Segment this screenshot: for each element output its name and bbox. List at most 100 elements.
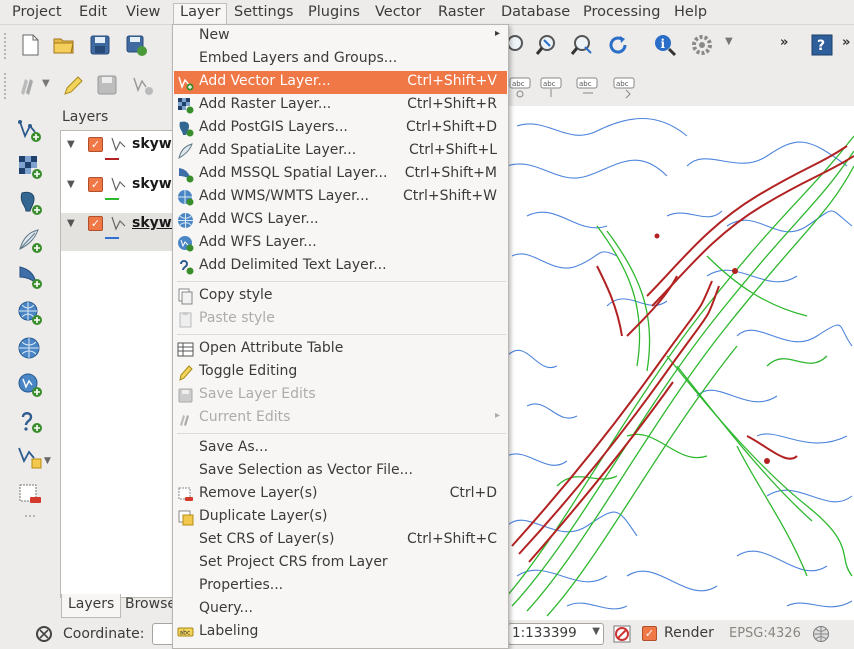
add-delimited-text-icon[interactable]	[17, 408, 43, 434]
open-project-icon[interactable]	[52, 33, 76, 57]
toggle-editing-icon[interactable]	[60, 73, 84, 97]
add-wfs-icon	[177, 235, 194, 252]
save-project-icon[interactable]	[88, 33, 112, 57]
menu-item-shortcut: Ctrl+Shift+D	[406, 119, 497, 135]
svg-text:?: ?	[817, 38, 825, 54]
crs-globe-icon[interactable]	[812, 625, 830, 643]
menu-item-properties[interactable]: Properties...	[174, 575, 507, 598]
remove-layer-icon[interactable]	[17, 482, 43, 508]
new-layer-icon[interactable]	[17, 444, 43, 470]
vector-line-layer-icon	[110, 175, 128, 193]
action-gear-icon[interactable]	[690, 33, 714, 57]
crs-status[interactable]: EPSG:4326	[729, 626, 801, 641]
menu-item-label: Add Raster Layer...	[199, 96, 332, 112]
add-wcs-icon[interactable]	[17, 336, 43, 362]
new-project-icon[interactable]	[18, 33, 42, 57]
menu-item-query[interactable]: Query...	[174, 598, 507, 621]
layer-visibility-checkbox[interactable]: ✓	[88, 137, 103, 152]
svg-text:abc: abc	[616, 80, 629, 88]
coordinate-toggle-icon[interactable]	[34, 624, 54, 644]
toolbar-overflow-icon[interactable]: »	[780, 35, 804, 59]
menu-item-paste-style[interactable]: Paste style	[174, 308, 507, 331]
menu-item-duplicate-layers[interactable]: Duplicate Layer(s)	[174, 506, 507, 529]
menu-view[interactable]: View	[120, 3, 166, 25]
add-mssql-icon[interactable]	[17, 264, 43, 290]
menu-vector[interactable]: Vector	[369, 3, 427, 25]
duplicate-layer-icon	[177, 509, 194, 526]
add-wms-icon[interactable]	[17, 300, 43, 326]
new-layer-dropdown-icon[interactable]: ▼	[44, 456, 51, 466]
menu-item-save-as[interactable]: Save As...	[174, 437, 507, 460]
menu-item-new[interactable]: New ▸	[174, 25, 507, 48]
save-edits-icon[interactable]	[95, 73, 119, 97]
action-dropdown-icon[interactable]: ▼	[725, 36, 749, 60]
toolbar-overflow-icon[interactable]: »	[842, 35, 854, 59]
add-feature-icon[interactable]	[131, 73, 155, 97]
menu-item-add-raster-layer[interactable]: Add Raster Layer... Ctrl+Shift+R	[174, 94, 507, 117]
map-canvas[interactable]	[507, 106, 854, 620]
add-vector-icon[interactable]	[17, 118, 43, 144]
collapse-arrow-icon[interactable]: ▼	[67, 179, 75, 190]
menu-item-add-spatialite-layer[interactable]: Add SpatiaLite Layer... Ctrl+Shift+L	[174, 140, 507, 163]
identify-icon[interactable]: i	[653, 33, 677, 57]
help-icon[interactable]: ?	[810, 33, 834, 57]
menu-item-add-vector-layer[interactable]: Add Vector Layer... Ctrl+Shift+V	[174, 71, 507, 94]
label-move-icon[interactable]: abc	[612, 75, 636, 99]
save-as-icon[interactable]	[124, 33, 148, 57]
green-contour-layer	[507, 135, 854, 617]
menu-item-current-edits[interactable]: Current Edits ▸	[174, 407, 507, 430]
layer-item[interactable]: ▼ ✓ skywa	[61, 174, 181, 212]
menu-item-labeling[interactable]: abc Labeling	[174, 621, 507, 644]
menu-edit[interactable]: Edit	[73, 3, 113, 25]
menu-item-save-layer-edits[interactable]: Save Layer Edits	[174, 384, 507, 407]
label-pin-icon[interactable]: abc	[539, 75, 563, 99]
menu-database[interactable]: Database	[495, 3, 576, 25]
menu-item-save-selection-as-vector[interactable]: Save Selection as Vector File...	[174, 460, 507, 483]
menu-item-add-delimited-text-layer[interactable]: Add Delimited Text Layer...	[174, 255, 507, 278]
layer-visibility-checkbox[interactable]: ✓	[88, 216, 103, 231]
menu-item-add-postgis-layers[interactable]: Add PostGIS Layers... Ctrl+Shift+D	[174, 117, 507, 140]
collapse-arrow-icon[interactable]: ▼	[67, 218, 75, 229]
render-checkbox[interactable]: ✓	[642, 626, 657, 641]
toolbar-grip[interactable]	[4, 73, 8, 99]
menu-item-add-mssql-layer[interactable]: Add MSSQL Spatial Layer... Ctrl+Shift+M	[174, 163, 507, 186]
toolbar-grip[interactable]	[25, 515, 35, 519]
menu-item-copy-style[interactable]: Copy style	[174, 285, 507, 308]
menu-item-open-attribute-table[interactable]: Open Attribute Table	[174, 338, 507, 361]
menu-item-add-wfs-layer[interactable]: Add WFS Layer...	[174, 232, 507, 255]
label-show-icon[interactable]: abc	[575, 75, 599, 99]
layers-tree[interactable]: ▼ ✓ skywa ▼ ✓ skywa ▼ ✓ skywa	[60, 130, 181, 598]
menu-item-set-project-crs[interactable]: Set Project CRS from Layer	[174, 552, 507, 575]
zoom-selection-icon[interactable]	[535, 33, 559, 57]
menu-help[interactable]: Help	[668, 3, 713, 25]
menu-item-add-wcs-layer[interactable]: Add WCS Layer...	[174, 209, 507, 232]
menu-plugins[interactable]: Plugins	[302, 3, 366, 25]
collapse-arrow-icon[interactable]: ▼	[67, 139, 75, 150]
menu-item-add-wms-layer[interactable]: Add WMS/WMTS Layer... Ctrl+Shift+W	[174, 186, 507, 209]
menu-item-set-crs[interactable]: Set CRS of Layer(s) Ctrl+Shift+C	[174, 529, 507, 552]
menu-separator	[177, 433, 506, 434]
zoom-layer-icon[interactable]	[570, 33, 594, 57]
layer-visibility-checkbox[interactable]: ✓	[88, 177, 103, 192]
tab-layers[interactable]: Layers	[61, 594, 122, 618]
menu-item-remove-layers[interactable]: Remove Layer(s) Ctrl+D	[174, 483, 507, 506]
add-wfs-icon[interactable]	[17, 372, 43, 398]
add-raster-icon[interactable]	[17, 154, 43, 180]
menu-settings[interactable]: Settings	[228, 3, 299, 25]
menu-item-toggle-editing[interactable]: Toggle Editing	[174, 361, 507, 384]
refresh-icon[interactable]	[606, 33, 630, 57]
menu-project[interactable]: Project	[6, 3, 68, 25]
stop-render-icon[interactable]	[612, 624, 632, 644]
menu-item-embed-layers[interactable]: Embed Layers and Groups...	[174, 48, 507, 71]
menu-layer[interactable]: Layer	[173, 3, 228, 25]
current-edits-icon[interactable]	[17, 73, 41, 97]
add-postgis-icon[interactable]	[17, 190, 43, 216]
label-tool-icon[interactable]: abc	[508, 75, 532, 99]
add-spatialite-icon[interactable]	[17, 228, 43, 254]
toolbar-grip[interactable]	[4, 33, 8, 59]
layer-item[interactable]: ▼ ✓ skywa	[61, 213, 181, 251]
menu-raster[interactable]: Raster	[432, 3, 491, 25]
scale-combobox[interactable]: 1:133399 ▼	[508, 623, 604, 645]
menu-processing[interactable]: Processing	[577, 3, 666, 25]
layer-item[interactable]: ▼ ✓ skywa	[61, 134, 181, 172]
